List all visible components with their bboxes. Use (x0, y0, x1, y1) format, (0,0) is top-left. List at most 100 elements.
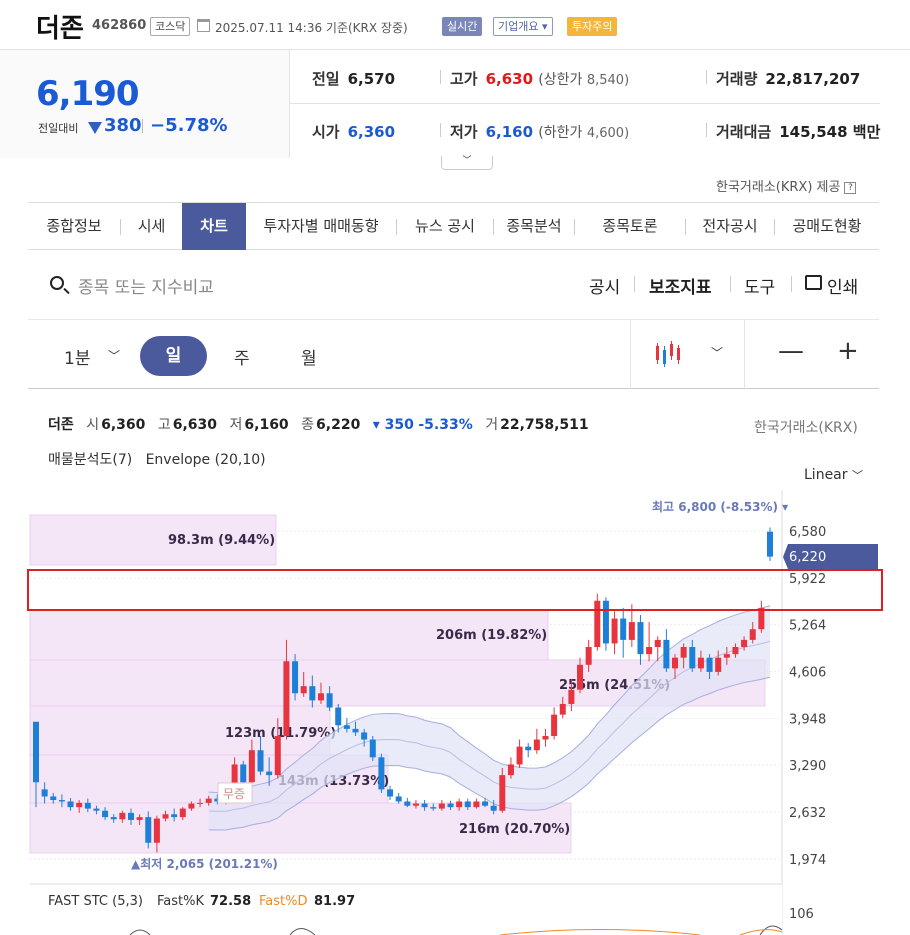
candle-body (732, 647, 739, 655)
candle-body (369, 739, 376, 758)
candle-body (84, 802, 91, 809)
y-tick-label: 3,948 (789, 712, 826, 727)
tab-analysis[interactable]: 종목분석 (494, 203, 574, 250)
candle-body (473, 801, 480, 808)
candle-body (136, 817, 143, 820)
tab-discussion[interactable]: 종목토론 (575, 203, 685, 250)
y-tick-label: 6,580 (789, 525, 826, 540)
tab-chart[interactable]: 차트 (182, 203, 246, 250)
candle-body (33, 721, 39, 783)
y-tick-label: 4,606 (789, 666, 826, 681)
chevron-down-icon[interactable]: ﹀ (711, 344, 723, 361)
candlestick-type-icon[interactable] (654, 340, 684, 370)
stat-open: 시가 6,360 (312, 123, 396, 141)
candle-body (680, 647, 687, 658)
tab-investor-trading[interactable]: 투자자별 매매동향 (246, 203, 396, 250)
candle-body (395, 796, 402, 802)
stock-name: 더존 (36, 14, 84, 44)
realtime-badge[interactable]: 실시간 (442, 17, 483, 36)
candle-body (145, 817, 152, 843)
candle-body (387, 789, 394, 797)
print-button[interactable]: 인쇄 (827, 273, 858, 298)
candle-body (490, 805, 497, 811)
candle-body (292, 661, 299, 694)
zoom-in-button[interactable]: + (837, 336, 859, 366)
tab-short-selling[interactable]: 공매도현황 (775, 203, 879, 250)
chevron-down-icon: ﹀ (462, 156, 472, 166)
stat-high: 고가 6,630 (상한가 8,540) (450, 70, 630, 88)
tab-news[interactable]: 뉴스 공시 (397, 203, 493, 250)
stat-prev: 전일 6,570 (312, 70, 396, 88)
candle-body (594, 600, 601, 648)
market-badge: 코스닥 (150, 17, 191, 36)
candle-body (525, 746, 532, 751)
price-summary: 6,190 전일대비 380 −5.78% (0, 50, 290, 158)
candle-body (430, 807, 437, 809)
scale-dropdown[interactable]: Linear ﹀ (804, 467, 863, 483)
candle-body (300, 686, 307, 694)
tab-overview[interactable]: 종합정보 (28, 203, 120, 250)
indicator-list[interactable]: 매물분석도(7) Envelope (20,10) (48, 449, 266, 469)
chevron-down-icon[interactable]: ﹀ (108, 347, 120, 364)
fastk-label: Fast%K (157, 894, 204, 909)
period-month[interactable]: 월 (301, 344, 317, 369)
candle-body (758, 607, 765, 630)
price-chart[interactable]: 6,580 5,922 5,264 4,606 3,948 3,290 2,632 1,974… (0, 490, 910, 935)
candle-body (602, 600, 609, 644)
fastd-value: 81.97 (314, 894, 355, 909)
candle-body (568, 689, 575, 704)
notice-button[interactable]: 공시 (589, 273, 620, 298)
candle-body (482, 801, 489, 806)
warning-badge: 투자주의 (567, 17, 618, 36)
search-icon[interactable] (50, 276, 64, 290)
candle-body (697, 657, 704, 669)
divider (142, 119, 143, 133)
candle-body (41, 789, 48, 797)
candle-body (283, 661, 290, 736)
printer-icon[interactable] (805, 275, 822, 290)
candle-body (412, 803, 419, 806)
tab-disclosure[interactable]: 전자공시 (686, 203, 774, 250)
candle-body (447, 803, 454, 808)
candle-body (317, 693, 324, 701)
indicator-button[interactable]: 보조지표 (649, 273, 712, 298)
y-tick-label: 2,632 (789, 806, 826, 821)
y-tick-label: 5,264 (789, 619, 826, 634)
candle-body (257, 750, 264, 772)
chart-stock-name: 더존 (48, 417, 74, 433)
stat-amount: 거래대금 145,548 백만 (716, 123, 881, 141)
period-minute[interactable]: 1분 (64, 344, 90, 369)
fastd-label: Fast%D (259, 894, 307, 909)
tool-button[interactable]: 도구 (744, 273, 775, 298)
period-day[interactable]: 일 (140, 336, 207, 376)
volume-profile-label: 98.3m (9.44%) (168, 533, 275, 548)
candle-body (343, 725, 350, 729)
expand-button[interactable]: ﹀ (441, 156, 493, 170)
candle-body (516, 746, 523, 765)
search-input[interactable]: 종목 또는 지수비교 (78, 273, 214, 298)
oscillator-tick: 106 (789, 907, 814, 922)
candle-body (654, 639, 661, 648)
prev-compare-label: 전일대비 (38, 122, 79, 135)
candle-body (749, 629, 756, 640)
zoom-out-button[interactable]: — (778, 336, 804, 366)
candle-body (119, 812, 126, 820)
stock-header: 더존 462860 코스닥 2025.07.11 14:36 기준(KRX 장중… (0, 0, 910, 50)
period-bar: 1분 ﹀ 일 주 월 ﹀ (28, 319, 879, 389)
candle-body (421, 803, 428, 808)
candle-body (102, 810, 109, 818)
candle-body (326, 693, 333, 708)
tab-quotes[interactable]: 시세 (121, 203, 182, 250)
candle-body (266, 771, 273, 776)
period-week[interactable]: 주 (234, 344, 250, 369)
max-price-label: 최고 6,800 (-8.53%) ▾ (652, 499, 788, 514)
candle-body (533, 739, 540, 751)
candle-body (464, 801, 471, 808)
company-info-dropdown[interactable]: 기업개요 ▾ (493, 17, 553, 36)
oscillator-pane (30, 883, 782, 935)
help-icon[interactable]: ? (844, 182, 857, 194)
candle-body (335, 707, 342, 726)
candle-body (767, 531, 773, 557)
price-change: 380 (104, 115, 142, 136)
event-label: 무증 (223, 787, 245, 801)
